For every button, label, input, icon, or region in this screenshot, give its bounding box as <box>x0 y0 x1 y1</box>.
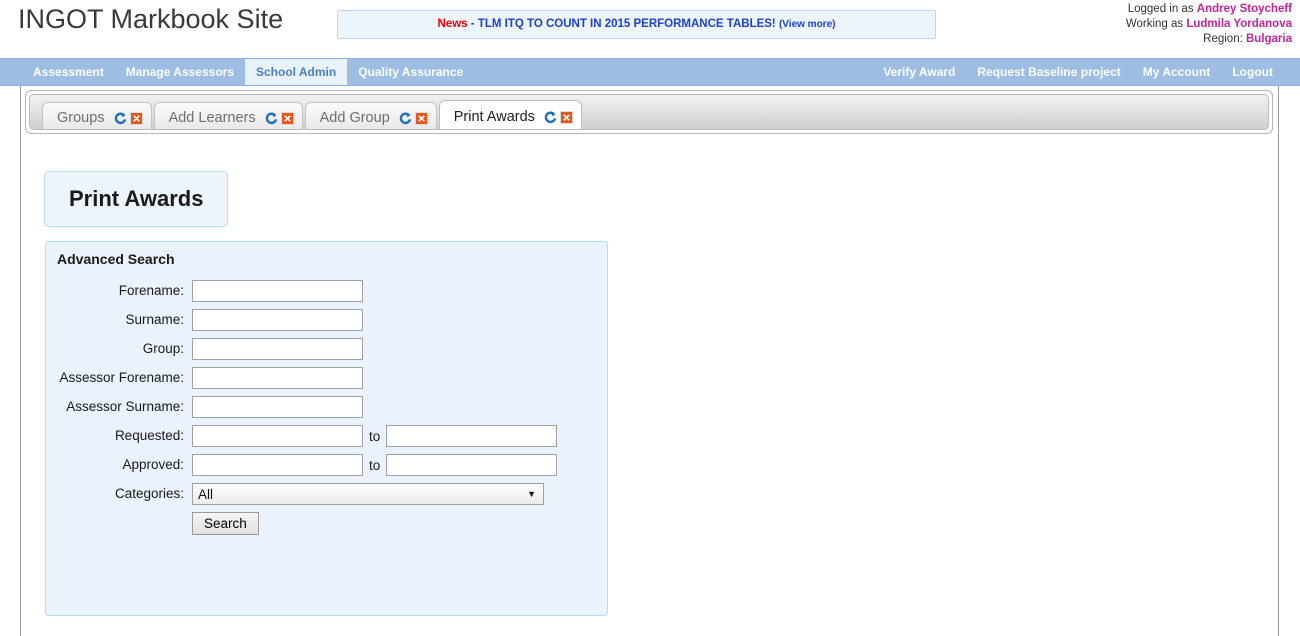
nav-item-school-admin[interactable]: School Admin <box>245 59 348 85</box>
close-icon[interactable] <box>280 111 294 125</box>
forename-label: Forename: <box>118 283 184 298</box>
page-title: Print Awards <box>44 171 229 227</box>
tab-icon-group <box>399 111 428 125</box>
news-banner[interactable]: News - TLM ITQ TO COUNT IN 2015 PERFORMA… <box>337 10 936 39</box>
surname-label: Surname: <box>125 312 184 327</box>
tab-label: Groups <box>57 110 105 126</box>
working-as-line: Working as Ludmila Yordanova <box>1126 17 1292 32</box>
tab-print-awards[interactable]: Print Awards <box>438 100 582 129</box>
assessor-forename-input[interactable] <box>192 367 363 389</box>
nav-item-manage-assessors[interactable]: Manage Assessors <box>115 59 245 85</box>
nav-item-assessment[interactable]: Assessment <box>22 59 115 85</box>
forename-input[interactable] <box>192 280 363 302</box>
group-label: Group: <box>142 341 184 356</box>
group-input[interactable] <box>192 338 363 360</box>
form-row-group: Group: <box>46 338 607 360</box>
nav-item-request-baseline-project[interactable]: Request Baseline project <box>966 59 1131 85</box>
tab-label: Add Group <box>319 110 390 126</box>
logged-in-user-name: Andrey Stoycheff <box>1196 3 1292 15</box>
tab-icon-group <box>265 111 294 125</box>
surname-input[interactable] <box>192 309 363 331</box>
form-row-assessor-surname: Assessor Surname: <box>46 396 607 418</box>
nav-item-logout[interactable]: Logout <box>1221 59 1284 85</box>
requested-to-input[interactable] <box>386 425 558 447</box>
chevron-down-icon: ▼ <box>527 489 536 499</box>
region-prefix: Region: <box>1203 33 1246 45</box>
nav-item-verify-award[interactable]: Verify Award <box>872 59 966 85</box>
search-button[interactable]: Search <box>192 512 259 535</box>
advanced-search-form: Forename: Surname: Group: Assessor Foren… <box>46 280 607 542</box>
nav-left-group: Assessment Manage Assessors School Admin… <box>22 59 474 85</box>
site-title: INGOT Markbook Site <box>18 4 284 34</box>
tab-label: Add Learners <box>168 110 256 126</box>
requested-to-label: to <box>369 428 381 444</box>
tab-list: Groups Add Learners Add Group Print Awar… <box>42 100 584 129</box>
approved-to-label: to <box>369 457 381 473</box>
assessor-surname-label: Assessor Surname: <box>66 399 184 414</box>
refresh-icon[interactable] <box>265 112 278 125</box>
nav-right-group: Verify Award Request Baseline project My… <box>872 59 1284 85</box>
logged-in-line: Logged in as Andrey Stoycheff <box>1126 2 1292 17</box>
form-row-forename: Forename: <box>46 280 607 302</box>
requested-from-input[interactable] <box>192 425 363 447</box>
news-label: News <box>437 18 468 30</box>
approved-to-input[interactable] <box>386 454 558 476</box>
refresh-icon[interactable] <box>544 111 557 124</box>
assessor-surname-input[interactable] <box>192 396 363 418</box>
tab-icon-group <box>114 111 143 125</box>
logged-in-prefix: Logged in as <box>1127 3 1197 15</box>
assessor-forename-label: Assessor Forename: <box>59 370 184 385</box>
form-row-categories: Categories: All ▼ <box>46 483 607 505</box>
form-row-requested: Requested: to <box>46 425 607 447</box>
categories-select[interactable]: All ▼ <box>192 483 544 505</box>
form-row-assessor-forename: Assessor Forename: <box>46 367 607 389</box>
nav-item-quality-assurance[interactable]: Quality Assurance <box>347 59 474 85</box>
news-headline: TLM ITQ TO COUNT IN 2015 PERFORMANCE TAB… <box>477 18 776 30</box>
close-icon[interactable] <box>414 111 428 125</box>
tab-add-group[interactable]: Add Group <box>304 102 437 129</box>
user-info: Logged in as Andrey Stoycheff Working as… <box>1126 2 1292 47</box>
tab-add-learners[interactable]: Add Learners <box>153 102 303 129</box>
close-icon[interactable] <box>559 110 573 124</box>
region-line: Region: Bulgaria <box>1126 32 1292 47</box>
requested-label: Requested: <box>114 428 184 443</box>
categories-label: Categories: <box>114 486 184 501</box>
working-as-user-name: Ludmila Yordanova <box>1186 18 1292 30</box>
page-header: INGOT Markbook Site News - TLM ITQ TO CO… <box>0 0 1300 58</box>
refresh-icon[interactable] <box>114 112 127 125</box>
form-row-approved: Approved: to <box>46 454 607 476</box>
refresh-icon[interactable] <box>399 112 412 125</box>
form-row-search-button: Search <box>46 512 607 535</box>
advanced-search-panel: Advanced Search Forename: Surname: Group… <box>45 241 608 616</box>
tabstrip-outer: Groups Add Learners Add Group Print Awar… <box>25 90 1273 134</box>
news-view-more-link[interactable]: (View more) <box>779 19 836 30</box>
region-name: Bulgaria <box>1245 33 1292 45</box>
working-as-prefix: Working as <box>1125 18 1187 30</box>
categories-selected-value: All <box>198 486 214 502</box>
tab-groups[interactable]: Groups <box>42 102 152 129</box>
main-navigation-bar: Assessment Manage Assessors School Admin… <box>0 58 1300 86</box>
nav-item-my-account[interactable]: My Account <box>1132 59 1222 85</box>
advanced-search-title: Advanced Search <box>57 251 175 267</box>
form-row-surname: Surname: <box>46 309 607 331</box>
tabstrip: Groups Add Learners Add Group Print Awar… <box>29 94 1269 130</box>
news-separator: - <box>467 18 478 30</box>
close-icon[interactable] <box>129 111 143 125</box>
approved-from-input[interactable] <box>192 454 363 476</box>
content-wrapper: Groups Add Learners Add Group Print Awar… <box>20 86 1279 636</box>
tab-label: Print Awards <box>453 109 535 125</box>
tab-icon-group <box>544 110 573 124</box>
approved-label: Approved: <box>122 457 184 472</box>
